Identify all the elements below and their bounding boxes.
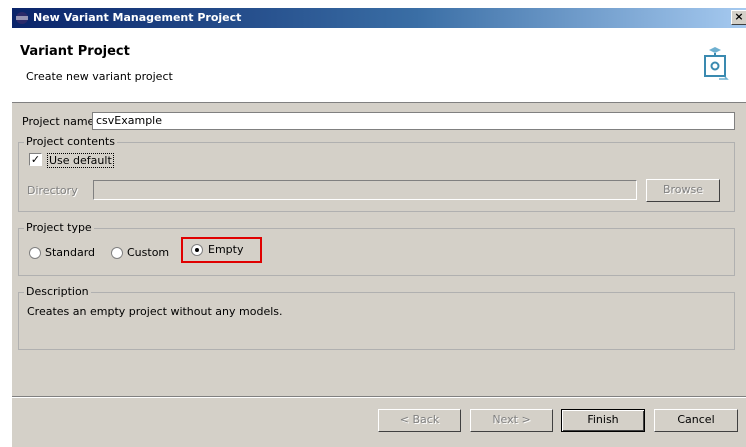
- wizard-dialog: New Variant Management Project × Variant…: [11, 7, 746, 447]
- use-default-label[interactable]: Use default: [47, 153, 114, 168]
- browse-button[interactable]: Browse: [646, 179, 720, 202]
- wizard-banner: Variant Project Create new variant proje…: [12, 28, 746, 103]
- description-legend: Description: [24, 285, 91, 298]
- use-default-checkbox[interactable]: ✓: [29, 153, 42, 166]
- radio-standard[interactable]: [29, 247, 41, 259]
- radio-custom[interactable]: [111, 247, 123, 259]
- title-bar[interactable]: New Variant Management Project ×: [12, 8, 746, 28]
- directory-input[interactable]: [93, 180, 637, 200]
- project-type-legend: Project type: [24, 221, 94, 234]
- project-type-group: Project type Standard Custom Empty: [18, 221, 735, 276]
- window-title: New Variant Management Project: [33, 11, 242, 24]
- finish-button[interactable]: Finish: [561, 409, 645, 432]
- cancel-button[interactable]: Cancel: [654, 409, 738, 432]
- page-title: Variant Project: [20, 44, 130, 59]
- radio-empty-label[interactable]: Empty: [208, 243, 243, 256]
- wizard-content: Project name csvExample Project contents…: [12, 104, 746, 395]
- radio-standard-label[interactable]: Standard: [45, 246, 95, 259]
- next-button[interactable]: Next >: [470, 409, 553, 432]
- directory-label: Directory: [27, 184, 78, 197]
- footer-separator: [12, 396, 746, 398]
- radio-custom-label[interactable]: Custom: [127, 246, 169, 259]
- description-group: Description Creates an empty project wit…: [18, 285, 735, 350]
- variant-project-wizard-icon: [704, 47, 729, 80]
- description-text: Creates an empty project without any mod…: [27, 305, 283, 318]
- close-icon: ×: [734, 10, 744, 23]
- eclipse-icon: [16, 12, 28, 24]
- radio-empty[interactable]: [191, 244, 203, 256]
- project-contents-group: Project contents ✓ Use default Directory…: [18, 135, 735, 212]
- project-name-label: Project name: [22, 115, 95, 128]
- page-description: Create new variant project: [26, 70, 173, 83]
- back-button[interactable]: < Back: [378, 409, 461, 432]
- project-contents-legend: Project contents: [24, 135, 117, 148]
- close-button[interactable]: ×: [731, 10, 746, 25]
- project-name-input[interactable]: csvExample: [92, 112, 735, 130]
